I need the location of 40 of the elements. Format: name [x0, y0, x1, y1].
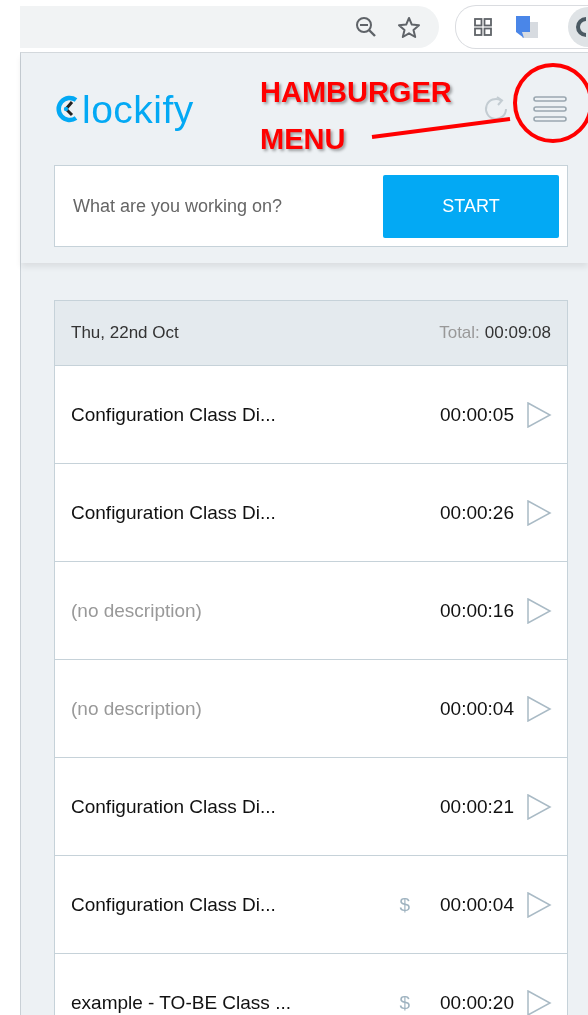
play-icon[interactable]: [526, 891, 552, 918]
entry-duration: 00:00:20: [440, 991, 514, 1014]
total-label: Total:: [439, 323, 480, 343]
translate-icon[interactable]: [514, 14, 540, 40]
play-icon[interactable]: [526, 499, 552, 526]
time-entry-row[interactable]: Configuration Class Di... 00:00:26: [55, 464, 567, 562]
entry-duration: 00:00:05: [440, 403, 514, 426]
entry-description: Configuration Class Di...: [71, 893, 277, 916]
play-icon[interactable]: [526, 597, 552, 624]
day-date: Thu, 22nd Oct: [71, 323, 179, 342]
play-icon[interactable]: [526, 793, 552, 820]
entry-description: Configuration Class Di...: [71, 501, 277, 524]
logo-text: lockify: [82, 89, 194, 129]
time-entry-row[interactable]: example - TO-BE Class ... $ 00:00:20: [55, 954, 567, 1015]
apps-grid-icon[interactable]: [474, 18, 492, 36]
entry-duration: 00:00:26: [440, 501, 514, 524]
entry-description: Configuration Class Di...: [71, 403, 277, 426]
entry-duration: 00:00:21: [440, 795, 514, 818]
menu-icon[interactable]: [533, 95, 567, 123]
entry-description: example - TO-BE Class ...: [71, 991, 292, 1014]
play-icon[interactable]: [526, 989, 552, 1015]
total-duration: 00:09:08: [484, 323, 551, 343]
entry-duration: 00:00:04: [440, 893, 514, 916]
time-entry-row[interactable]: (no description) 00:00:16: [55, 562, 567, 660]
entry-duration: 00:00:16: [440, 599, 514, 622]
play-icon[interactable]: [526, 695, 552, 722]
entry-duration: 00:00:04: [440, 697, 514, 720]
star-icon[interactable]: [397, 15, 421, 39]
zoom-out-icon[interactable]: [355, 16, 377, 38]
time-entry-row[interactable]: Configuration Class Di... $ 00:00:04: [55, 856, 567, 954]
time-entry-row[interactable]: Configuration Class Di... 00:00:21: [55, 758, 567, 856]
time-entry-row[interactable]: (no description) 00:00:04: [55, 660, 567, 758]
annotation-label: HAMBURGER: [260, 76, 452, 109]
description-input[interactable]: What are you working on?: [71, 185, 383, 227]
time-entry-row[interactable]: Configuration Class Di... 00:00:05: [55, 366, 567, 464]
play-icon[interactable]: [526, 401, 552, 428]
entry-description: (no description): [71, 697, 203, 720]
entry-description: Configuration Class Di...: [71, 795, 277, 818]
annotation-label: MENU: [260, 123, 346, 156]
entry-description: (no description): [71, 599, 203, 622]
